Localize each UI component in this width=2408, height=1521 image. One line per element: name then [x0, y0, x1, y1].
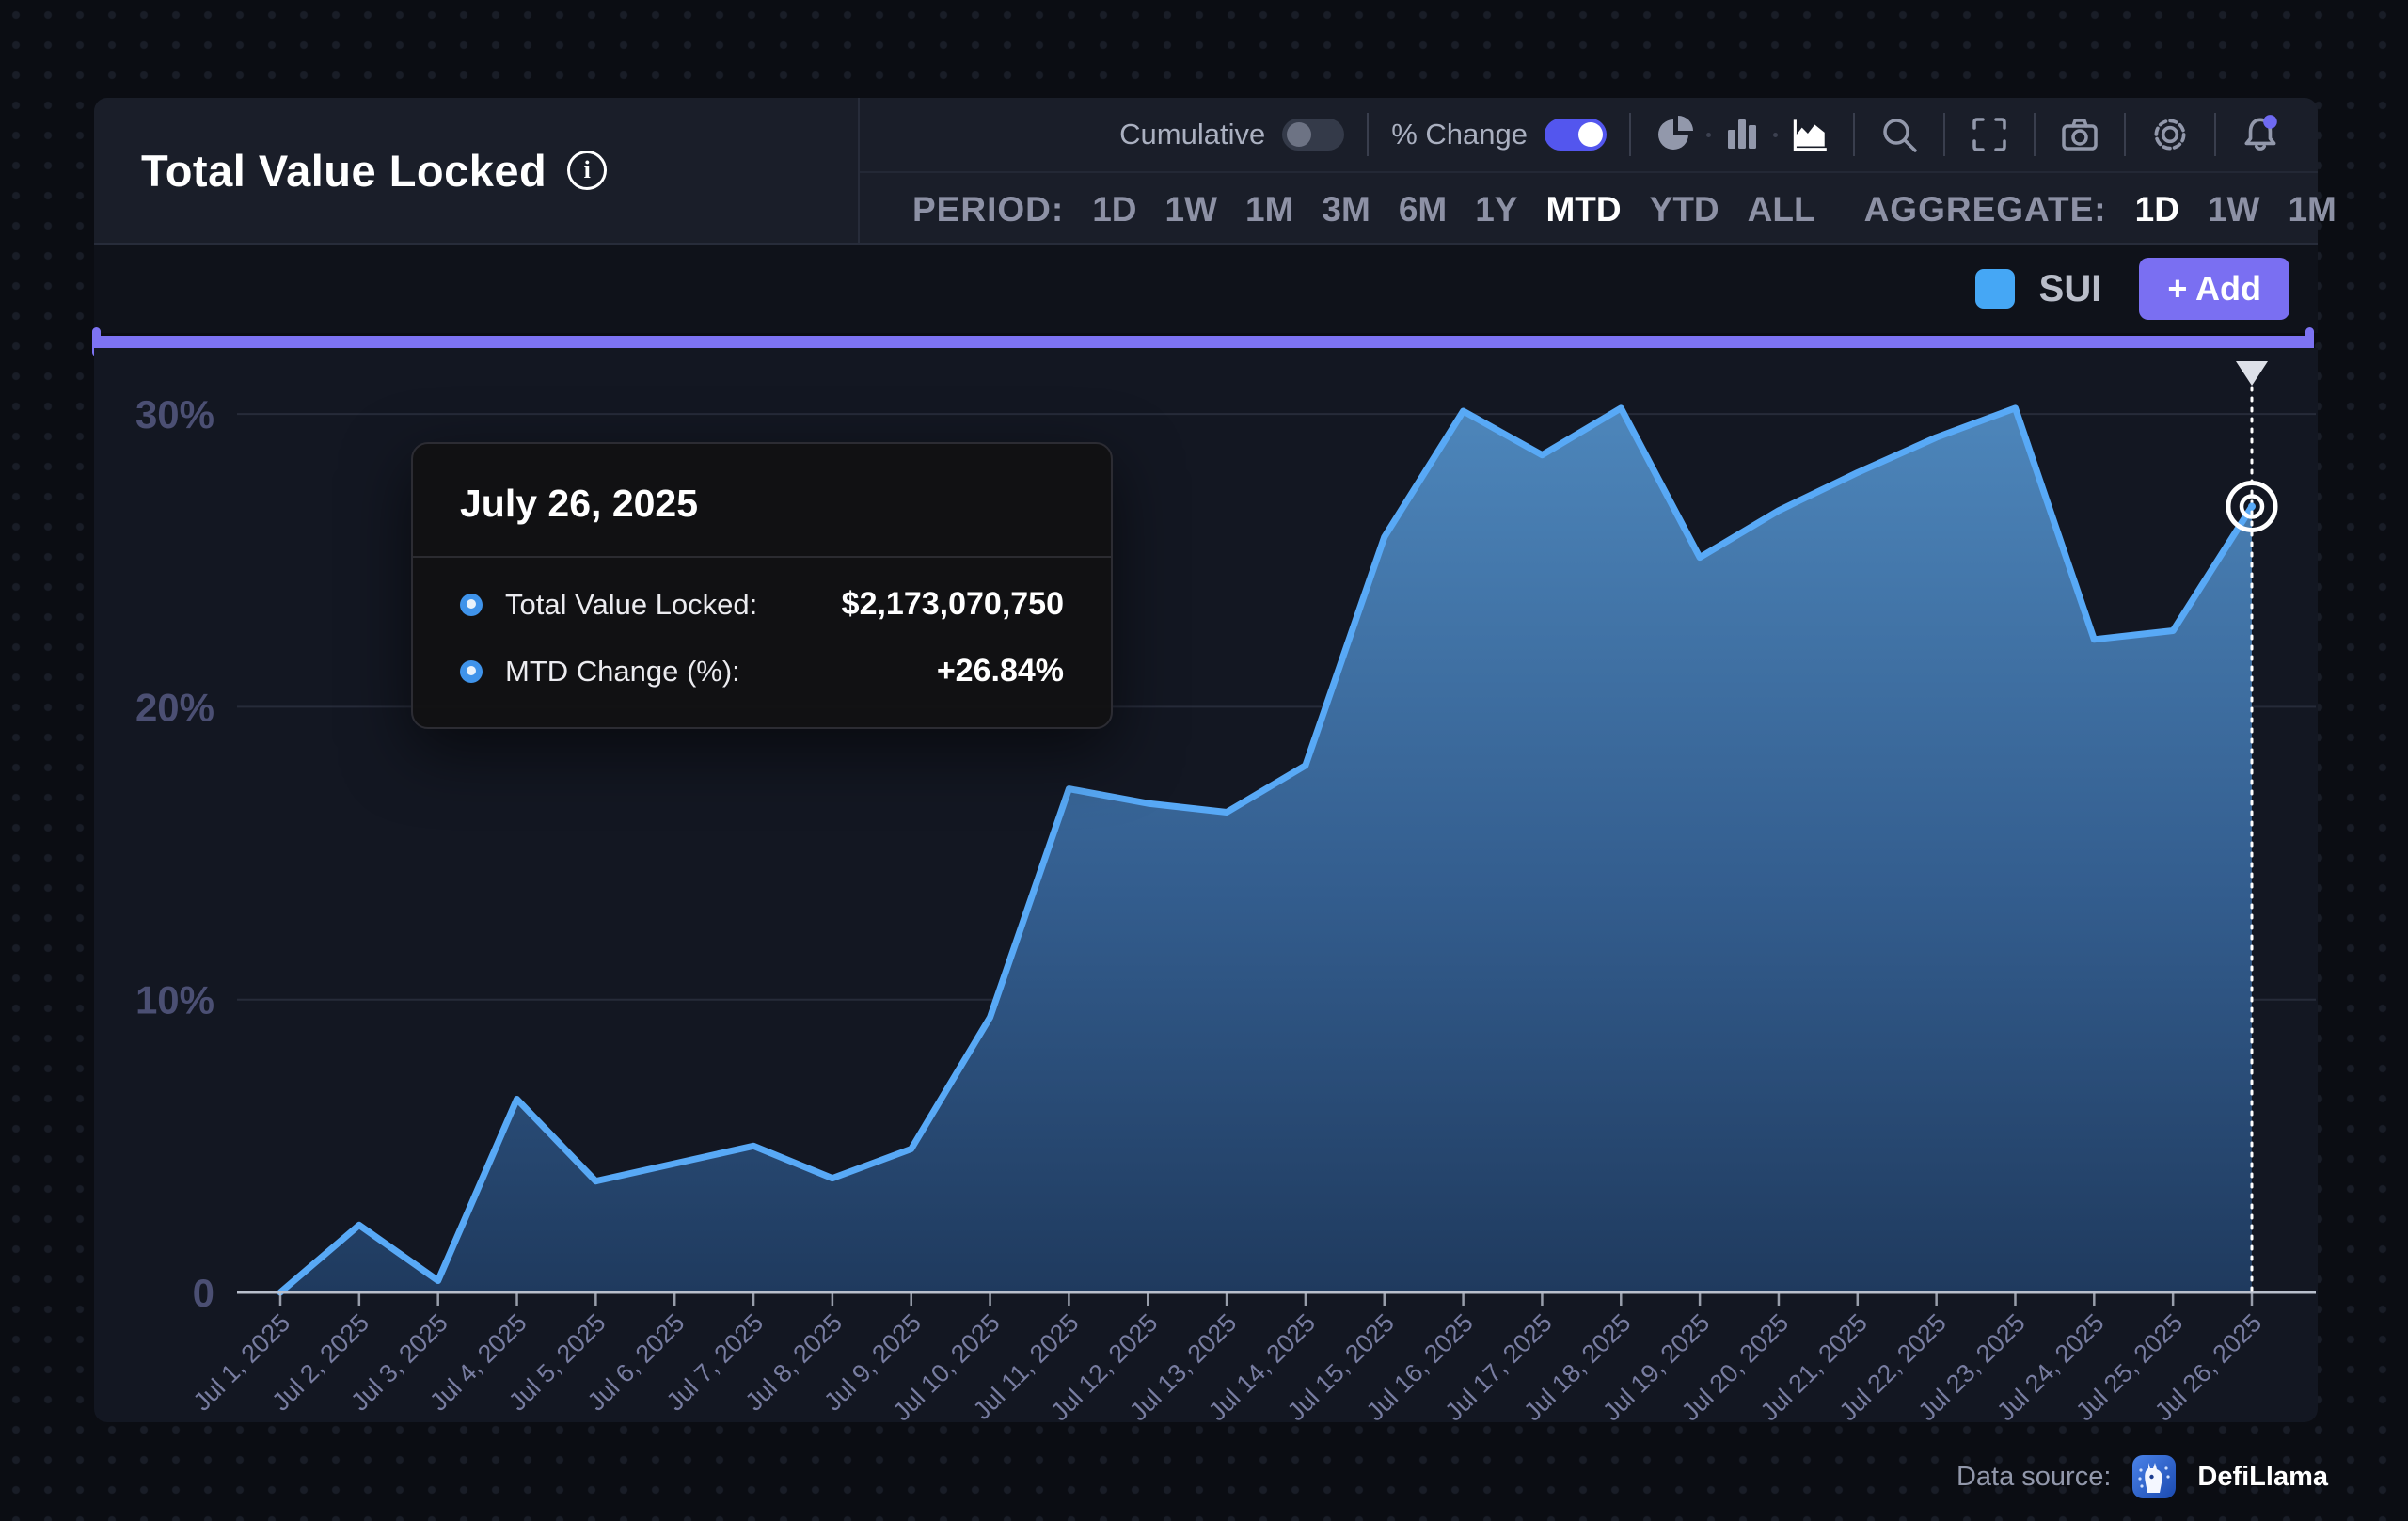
series-swatch-sui[interactable]: [1975, 269, 2015, 309]
page-title: Total Value Locked: [141, 145, 547, 197]
notification-badge: [2263, 115, 2277, 129]
period-row: PERIOD: 1D 1W 1M 3M 6M 1Y MTD YTD ALL AGGREGATE:…: [860, 175, 2318, 245]
series-bullet-icon: [460, 594, 483, 616]
data-source-label: Data source:: [1956, 1462, 2111, 1493]
defillama-logo: [2131, 1454, 2177, 1499]
area-chart-icon[interactable]: [1787, 113, 1830, 156]
pct-change-label: % Change: [1391, 118, 1528, 151]
camera-icon[interactable]: [2058, 113, 2101, 156]
tooltip-row-value: $2,173,070,750: [842, 586, 1064, 623]
period-options: 1D 1W 1M 3M 6M 1Y MTD YTD ALL: [1064, 190, 1814, 230]
notifications-icon[interactable]: [2239, 113, 2282, 156]
bar-chart-icon[interactable]: [1720, 113, 1764, 156]
toolbar: Cumulative % Change: [860, 98, 2318, 173]
pct-change-toggle[interactable]: [1545, 119, 1607, 151]
period-option-6m[interactable]: 6M: [1399, 190, 1447, 230]
data-source-name: DefiLlama: [2197, 1462, 2328, 1493]
toolbar-separator: [1629, 113, 1631, 156]
period-option-1d[interactable]: 1D: [1092, 190, 1136, 230]
toolbar-separator: [1367, 113, 1369, 156]
series-label-sui[interactable]: SUI: [2039, 268, 2102, 310]
tooltip-row-1: MTD Change (%): +26.84%: [460, 653, 1064, 689]
period-option-1w[interactable]: 1W: [1165, 190, 1218, 230]
tooltip-row-label: MTD Change (%):: [505, 655, 740, 689]
toggle-knob: [1287, 122, 1311, 147]
settings-icon[interactable]: [2148, 113, 2192, 156]
add-series-button[interactable]: + Add: [2139, 258, 2289, 320]
legend-band: SUI + Add: [94, 245, 2318, 333]
toggle-knob: [1578, 122, 1603, 147]
cumulative-toggle[interactable]: [1282, 119, 1344, 151]
tooltip-date: July 26, 2025: [413, 444, 1111, 556]
series-bullet-icon: [460, 660, 483, 683]
tooltip-row-value: +26.84%: [937, 653, 1064, 689]
pie-chart-icon[interactable]: [1654, 113, 1697, 156]
toolbar-separator: [2124, 113, 2126, 156]
toolbar-separator: [1943, 113, 1945, 156]
range-brush-bar[interactable]: [94, 336, 2312, 348]
chart-tooltip: July 26, 2025 Total Value Locked: $2,173,…: [411, 442, 1113, 729]
period-option-3m[interactable]: 3M: [1322, 190, 1370, 230]
search-icon[interactable]: [1877, 113, 1921, 156]
tooltip-row-0: Total Value Locked: $2,173,070,750: [460, 586, 1064, 623]
info-icon[interactable]: i: [567, 151, 607, 190]
aggregate-options: 1D 1W 1M: [2107, 190, 2337, 230]
aggregate-label: AGGREGATE:: [1864, 190, 2107, 230]
period-option-1y[interactable]: 1Y: [1475, 190, 1517, 230]
tooltip-body: Total Value Locked: $2,173,070,750 MTD Cha…: [413, 558, 1111, 727]
cumulative-label: Cumulative: [1119, 118, 1265, 151]
icon-separator-dot: [1706, 133, 1711, 137]
title-cell: Total Value Locked i: [94, 98, 764, 243]
aggregate-option-1d[interactable]: 1D: [2135, 190, 2179, 230]
footer: Data source: DefiLlama: [0, 1447, 2328, 1507]
aggregate-option-1m[interactable]: 1M: [2288, 190, 2336, 230]
period-option-ytd[interactable]: YTD: [1650, 190, 1719, 230]
tooltip-row-label: Total Value Locked:: [505, 588, 757, 622]
period-option-mtd[interactable]: MTD: [1545, 190, 1621, 230]
toolbar-separator: [1853, 113, 1855, 156]
toolbar-separator: [2214, 113, 2216, 156]
period-label: PERIOD:: [912, 190, 1064, 230]
period-option-all[interactable]: ALL: [1748, 190, 1815, 230]
header-panel: Total Value Locked i Cumulative % Change: [94, 98, 2318, 245]
icon-separator-dot: [1773, 133, 1778, 137]
fullscreen-icon[interactable]: [1968, 113, 2011, 156]
aggregate-option-1w[interactable]: 1W: [2208, 190, 2260, 230]
period-option-1m[interactable]: 1M: [1245, 190, 1293, 230]
toolbar-separator: [2034, 113, 2036, 156]
